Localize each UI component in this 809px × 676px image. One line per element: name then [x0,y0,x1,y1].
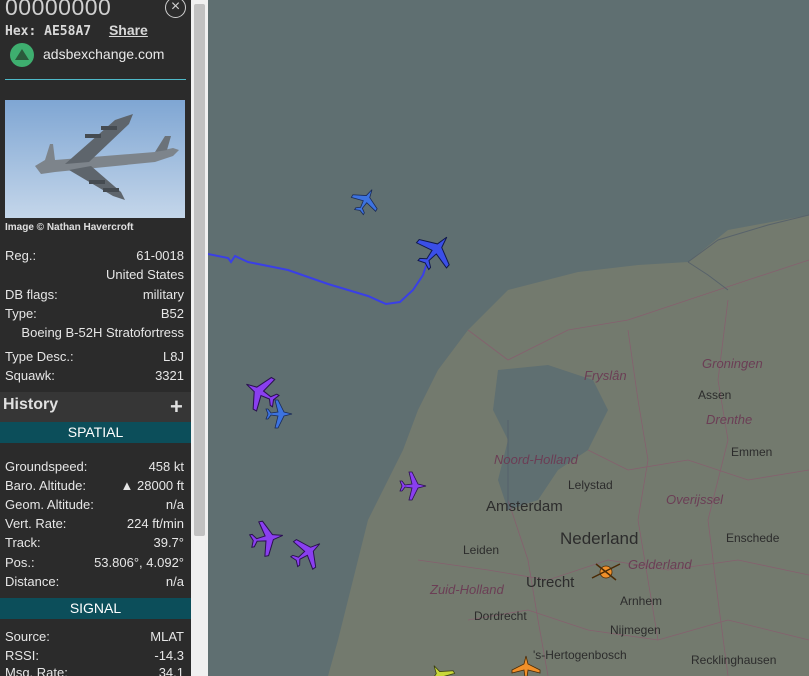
map-view[interactable]: Fryslân Groningen Assen Drenthe Emmen No… [208,0,809,676]
groundspeed-value: 458 kt [148,459,184,474]
map-label-overijssel: Overijssel [666,492,724,507]
position-value: 53.806°, 4.092° [94,555,184,570]
info-row-type-name: Boeing B-52H Stratofortress [5,325,184,343]
map-label-nederland: Nederland [560,529,638,548]
map-label-frysian: Fryslân [584,368,627,383]
map-label-lelystad: Lelystad [568,478,613,492]
track-value: 39.7° [153,535,184,550]
source-value: MLAT [150,629,184,644]
spatial-row: Pos.: 53.806°, 4.092° [5,555,184,570]
map-label-groningen: Groningen [702,356,763,371]
hex-value: AE58A7 [44,24,92,39]
hex-row: Hex: AE58A7 Share [5,22,148,39]
divider [5,79,186,80]
squawk-value: 3321 [155,368,184,383]
map-label-hertogenbosch: 's-Hertogenbosch [533,648,627,662]
aircraft-info-sidebar: 00000000 × Hex: AE58A7 Share adsbexchang… [0,0,191,676]
spatial-section-header[interactable]: SPATIAL [0,422,191,443]
signal-row: Msg. Rate: 34.1 [5,665,184,676]
info-row-type-desc: Type Desc.: L8J [5,349,184,364]
type-name-value: Boeing B-52H Stratofortress [21,325,184,340]
photo-credit: Image © Nathan Havercroft [5,222,134,233]
close-icon[interactable]: × [165,0,186,18]
map-label-arnhem: Arnhem [620,594,662,608]
geom-altitude-value: n/a [165,497,184,512]
scrollbar-thumb[interactable] [194,4,205,536]
db-flags-value: military [142,287,184,302]
spatial-row: Baro. Altitude: ▲ 28000 ft [5,478,184,493]
signal-row: Source: MLAT [5,629,184,644]
signal-section-header[interactable]: SIGNAL [0,598,191,619]
map-label-amsterdam: Amsterdam [486,498,563,515]
msg-rate-value: 34.1 [158,665,184,676]
map-label-enschede: Enschede [726,531,780,545]
info-row-squawk: Squawk: 3321 [5,368,184,383]
spatial-row: Groundspeed: 458 kt [5,459,184,474]
adsbexchange-logo-icon[interactable] [10,43,34,67]
history-header[interactable]: History + [0,392,191,422]
type-desc-value: L8J [163,349,184,364]
map-label-utrecht: Utrecht [526,574,575,591]
map-label-assen: Assen [698,388,731,402]
info-row-db-flags: DB flags: military [5,287,184,302]
type-value: B52 [160,306,184,321]
map-label-gelderland: Gelderland [628,557,692,572]
spatial-row: Track: 39.7° [5,535,184,550]
callsign: 00000000 [5,0,112,20]
info-row-type: Type: B52 [5,306,184,321]
rssi-value: -14.3 [154,648,184,663]
hex-label: Hex: [5,24,37,39]
info-row-reg: Reg.: 61-0018 [5,248,184,263]
spatial-row: Vert. Rate: 224 ft/min [5,516,184,531]
spatial-row: Geom. Altitude: n/a [5,497,184,512]
map-label-noord-holland: Noord-Holland [494,452,579,467]
map-label-zuid-holland: Zuid-Holland [429,582,504,597]
expand-plus-icon[interactable]: + [170,394,183,420]
history-title: History [3,396,59,413]
vert-rate-value: 224 ft/min [126,516,184,531]
aircraft-photo[interactable] [5,100,185,218]
signal-row: RSSI: -14.3 [5,648,184,663]
map-label-dordrecht: Dordrecht [474,609,527,623]
adsbexchange-link[interactable]: adsbexchange.com [43,46,164,62]
distance-value: n/a [165,574,184,589]
share-link[interactable]: Share [109,22,148,38]
map-label-recklinghausen: Recklinghausen [691,653,776,667]
sidebar-scrollbar[interactable] [191,0,208,676]
info-row-country: United States [5,267,184,285]
spatial-row: Distance: n/a [5,574,184,589]
country-value: United States [105,267,184,282]
map-label-nijmegen: Nijmegen [610,623,661,637]
map-label-emmen: Emmen [731,445,772,459]
map-label-leiden: Leiden [463,543,499,557]
map-label-drenthe: Drenthe [706,412,752,427]
registration-value: 61-0018 [136,248,184,263]
baro-altitude-value: ▲ 28000 ft [120,478,184,493]
